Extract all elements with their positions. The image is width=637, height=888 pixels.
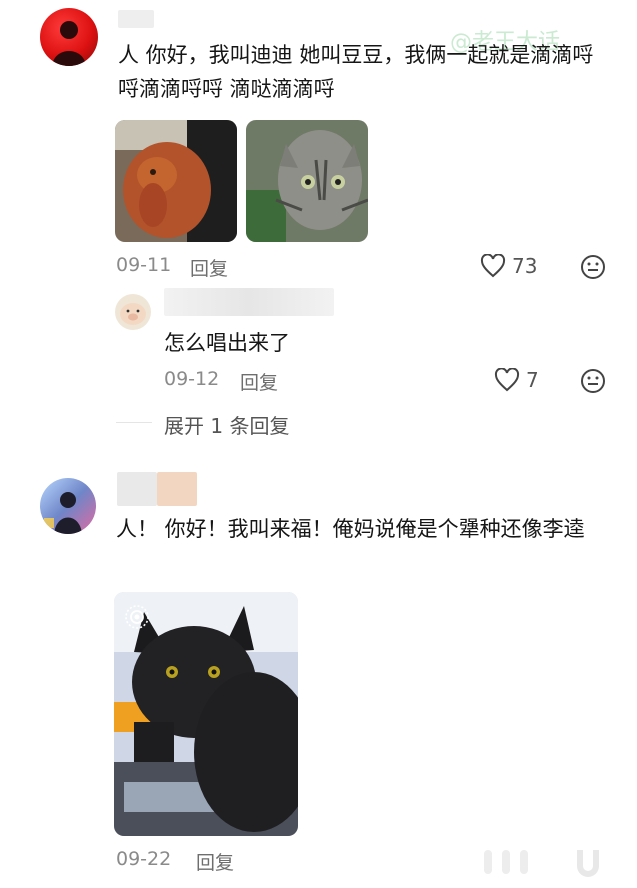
heart-outline-icon bbox=[480, 254, 506, 278]
gesture-bars-icon bbox=[484, 850, 599, 877]
comment-image-cat[interactable] bbox=[246, 120, 368, 242]
sub-reply-username-blurred bbox=[164, 288, 334, 316]
comment-date: 09-11 bbox=[116, 254, 172, 276]
comment-text: 人！ 你好！我叫来福！俺妈说俺是个犟种还像李逵 bbox=[116, 517, 585, 541]
comment-image-dog[interactable] bbox=[115, 120, 237, 242]
comment-image-black-cat[interactable] bbox=[114, 592, 298, 836]
sub-reply-like-button[interactable]: 7 bbox=[494, 368, 539, 392]
like-count: 73 bbox=[512, 254, 538, 278]
sub-reply-reply-button[interactable]: 回复 bbox=[240, 368, 278, 395]
comment-date: 09-22 bbox=[116, 848, 172, 870]
live-photo-badge bbox=[124, 604, 150, 634]
username-blurred bbox=[117, 472, 157, 506]
avatar[interactable] bbox=[40, 8, 98, 66]
expand-divider bbox=[116, 422, 152, 423]
pig-avatar-icon bbox=[120, 303, 146, 325]
meh-face-icon bbox=[581, 255, 605, 279]
meh-face-icon bbox=[581, 369, 605, 393]
sub-reply-text: 怎么唱出来了 bbox=[164, 331, 290, 355]
expand-replies-button[interactable]: 展开 1 条回复 bbox=[164, 410, 289, 439]
cat-photo-icon bbox=[246, 120, 368, 242]
avatar-silhouette-icon bbox=[52, 21, 86, 66]
sub-reply-avatar[interactable] bbox=[115, 294, 151, 330]
sub-reply-date: 09-12 bbox=[164, 368, 220, 390]
sub-reply-like-count: 7 bbox=[526, 368, 539, 392]
dog-photo-icon bbox=[115, 120, 237, 242]
avatar[interactable] bbox=[40, 478, 96, 534]
sub-reply-dislike-button[interactable] bbox=[580, 368, 606, 398]
reply-button[interactable]: 回复 bbox=[196, 848, 234, 875]
live-photo-icon bbox=[125, 605, 149, 629]
reply-button[interactable]: 回复 bbox=[190, 254, 228, 281]
dislike-button[interactable] bbox=[580, 254, 606, 284]
username-blurred-2 bbox=[157, 472, 197, 506]
action-icons bbox=[480, 846, 610, 882]
like-button[interactable]: 73 bbox=[480, 254, 537, 278]
username-blurred bbox=[118, 10, 154, 28]
comment-text: 人 你好，我叫迪迪 她叫豆豆，我俩一起就是滴滴哷哷滴滴哷哷 滴哒滴滴哷 bbox=[118, 43, 594, 101]
avatar-girl-icon bbox=[44, 492, 82, 534]
heart-outline-icon bbox=[494, 368, 520, 392]
